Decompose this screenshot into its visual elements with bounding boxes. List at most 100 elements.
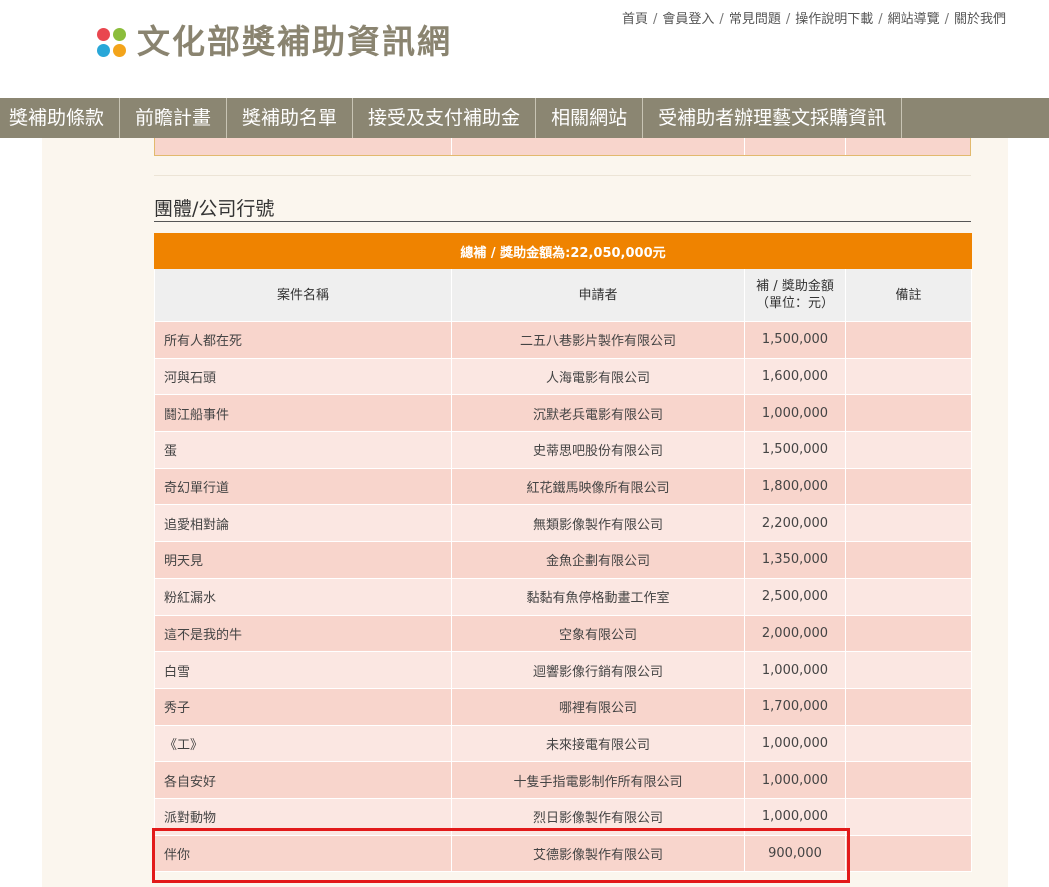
cell-applicant: 史蒂思吧股份有限公司 (451, 431, 745, 469)
cell-amount: 1,000,000 (744, 651, 846, 689)
cell-name: 粉紅漏水 (154, 577, 452, 616)
cell-name: 白雪 (154, 651, 452, 689)
previous-table-bottom-row (154, 138, 971, 156)
cell-note (845, 467, 972, 506)
top-link-about[interactable]: 關於我們 (954, 12, 1006, 27)
cell-name: 奇幻單行道 (154, 467, 452, 506)
cell-applicant: 哪裡有限公司 (451, 687, 745, 726)
cell-name: 《工》 (154, 724, 452, 763)
cell-amount: 2,200,000 (744, 504, 846, 543)
top-links: 首頁 / 會員登入 / 常見問題 / 操作說明下載 / 網站導覽 / 關於我們 (622, 12, 1007, 27)
nav-item-payment[interactable]: 接受及支付補助金 (353, 98, 537, 138)
cell-amount: 1,700,000 (744, 687, 846, 726)
top-link-faq[interactable]: 常見問題 (729, 12, 781, 27)
main-nav: 獎補助條款 前瞻計畫 獎補助名單 接受及支付補助金 相關網站 受補助者辦理藝文採… (0, 98, 1049, 138)
cell-note (845, 761, 972, 799)
cell-amount: 1,350,000 (744, 541, 846, 579)
cell-note (845, 431, 972, 469)
cell-note (845, 797, 972, 836)
cell-note (845, 614, 972, 653)
cell-note (845, 357, 972, 396)
cell-note (845, 394, 972, 433)
cell-applicant: 十隻手指電影制作所有限公司 (451, 761, 745, 799)
table-row: 蛋史蒂思吧股份有限公司 1,500,000 (154, 431, 972, 469)
table-row: 這不是我的牛 空象有限公司 2,000,000 (154, 614, 972, 653)
logo-dot-green (113, 28, 126, 41)
table-row: 鬪江船事件 沉默老兵電影有限公司 1,000,000 (154, 394, 972, 433)
section-divider (154, 175, 971, 176)
nav-item-related-sites[interactable]: 相關網站 (536, 98, 644, 138)
section-title: 團體/公司行號 (154, 198, 971, 222)
total-row: 總補 / 獎助金額為:22,050,000元 (154, 233, 972, 269)
cell-amount: 1,800,000 (744, 467, 846, 506)
cell-amount: 1,000,000 (744, 724, 846, 763)
cell-name: 秀子 (154, 687, 452, 726)
cell-applicant: 金魚企劃有限公司 (451, 541, 745, 579)
nav-item-grant-list[interactable]: 獎補助名單 (227, 98, 354, 138)
total-amount: 總補 / 獎助金額為:22,050,000元 (154, 233, 972, 269)
table-body: 所有人都在死 二五八巷影片製作有限公司 1,500,000 河與石頭 人海電影有限公司 1… (154, 321, 972, 873)
cell-applicant: 空象有限公司 (451, 614, 745, 653)
site-header: 文化部獎補助資訊網 首頁 / 會員登入 / 常見問題 / 操作說明下載 / 網站導覽 / 關於我們 (0, 0, 1049, 98)
cell-amount: 1,500,000 (744, 321, 846, 359)
site-title[interactable]: 文化部獎補助資訊網 (137, 22, 452, 62)
cell-applicant: 未來接電有限公司 (451, 724, 745, 763)
cell-applicant: 二五八巷影片製作有限公司 (451, 321, 745, 359)
column-header-name: 案件名稱 (154, 268, 452, 322)
cell-name: 鬪江船事件 (154, 394, 452, 433)
cell-name: 所有人都在死 (154, 321, 452, 359)
logo-icon[interactable] (97, 28, 127, 58)
table-row: 秀子 哪裡有限公司 1,700,000 (154, 687, 972, 726)
cell-note (845, 724, 972, 763)
table-header-row: 案件名稱 申請者 補 / 獎助金額 （單位：元） 備註 (154, 268, 972, 322)
cell-applicant: 黏黏有魚停格動畫工作室 (451, 577, 745, 616)
cell-note (845, 504, 972, 543)
top-link-sitemap[interactable]: 網站導覽 (888, 12, 940, 27)
cell-name: 明天見 (154, 541, 452, 579)
table-row: 追愛相對論 無類影像製作有限公司 2,200,000 (154, 504, 972, 543)
cell-amount: 1,500,000 (744, 431, 846, 469)
column-header-note: 備註 (845, 268, 972, 322)
logo-dot-blue (97, 44, 110, 57)
table-row: 白雪 迴響影像行銷有限公司 1,000,000 (154, 651, 972, 689)
cell-note (845, 687, 972, 726)
column-header-amount: 補 / 獎助金額 （單位：元） (744, 268, 846, 322)
table-row: 《工》 未來接電有限公司 1,000,000 (154, 724, 972, 763)
cell-applicant: 沉默老兵電影有限公司 (451, 394, 745, 433)
cell-note (845, 321, 972, 359)
cell-note (845, 651, 972, 689)
highlight-box (152, 828, 850, 883)
cell-name: 各自安好 (154, 761, 452, 799)
cell-note (845, 577, 972, 616)
table-row: 各自安好 十隻手指電影制作所有限公司 1,000,000 (154, 761, 972, 799)
cell-applicant: 紅花鐵馬映像所有限公司 (451, 467, 745, 506)
cell-name: 追愛相對論 (154, 504, 452, 543)
cell-amount: 2,000,000 (744, 614, 846, 653)
top-link-manual[interactable]: 操作說明下載 (795, 12, 873, 27)
cell-note (845, 834, 972, 873)
cell-note (845, 541, 972, 579)
table-row: 河與石頭 人海電影有限公司 1,600,000 (154, 357, 972, 396)
cell-applicant: 迴響影像行銷有限公司 (451, 651, 745, 689)
column-header-applicant: 申請者 (451, 268, 745, 322)
table-row: 所有人都在死 二五八巷影片製作有限公司 1,500,000 (154, 321, 972, 359)
logo-dot-orange (113, 44, 126, 57)
cell-amount: 2,500,000 (744, 577, 846, 616)
table-row: 粉紅漏水 黏黏有魚停格動畫工作室 2,500,000 (154, 577, 972, 616)
cell-applicant: 人海電影有限公司 (451, 357, 745, 396)
nav-item-terms[interactable]: 獎補助條款 (0, 98, 121, 138)
cell-name: 河與石頭 (154, 357, 452, 396)
cell-applicant: 無類影像製作有限公司 (451, 504, 745, 543)
logo-dot-red (97, 28, 110, 41)
cell-name: 蛋 (154, 431, 452, 469)
nav-item-forward-plan[interactable]: 前瞻計畫 (120, 98, 228, 138)
cell-amount: 1,000,000 (744, 761, 846, 799)
nav-item-procurement[interactable]: 受補助者辦理藝文採購資訊 (643, 98, 903, 138)
main-content: 團體/公司行號 總補 / 獎助金額為:22,050,000元 案件名稱 申請者 … (42, 138, 1008, 887)
cell-amount: 1,000,000 (744, 394, 846, 433)
top-link-login[interactable]: 會員登入 (662, 12, 714, 27)
cell-amount: 1,600,000 (744, 357, 846, 396)
top-link-home[interactable]: 首頁 (622, 12, 648, 27)
table-row: 明天見 金魚企劃有限公司 1,350,000 (154, 541, 972, 579)
table-row: 奇幻單行道 紅花鐵馬映像所有限公司 1,800,000 (154, 467, 972, 506)
